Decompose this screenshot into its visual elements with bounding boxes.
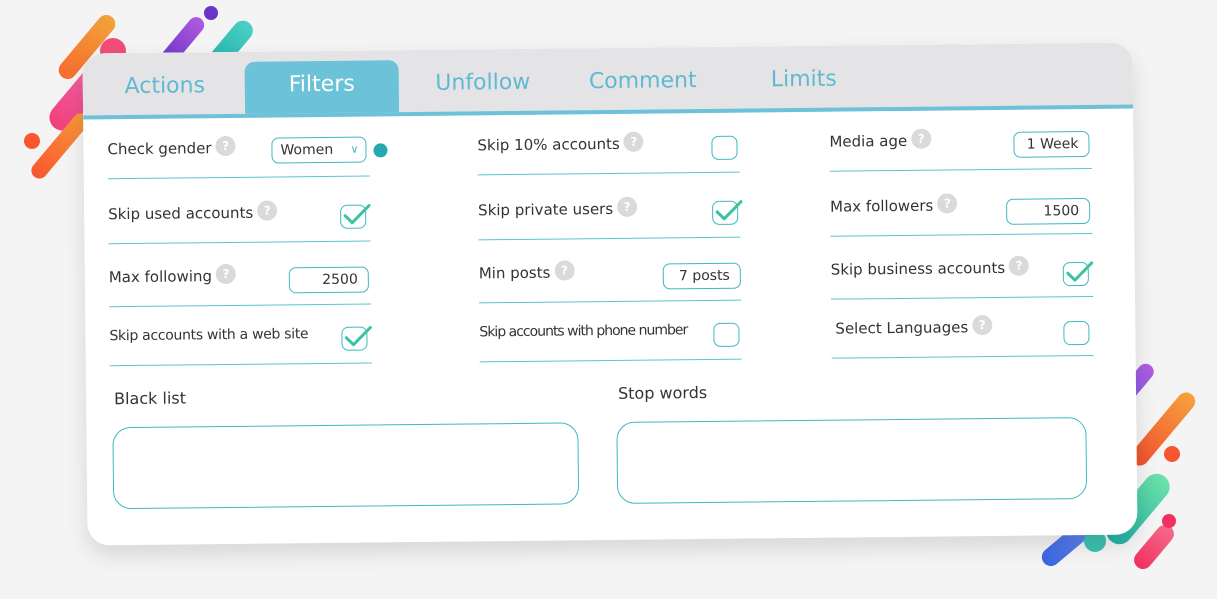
check-icon — [344, 326, 372, 347]
skip-used-accounts-label: Skip used accounts — [108, 203, 254, 224]
max-followers-label: Max followers — [830, 196, 934, 216]
help-icon[interactable]: ? — [616, 196, 638, 217]
select-languages-checkbox[interactable] — [1063, 320, 1090, 346]
black-list-textarea[interactable] — [112, 422, 580, 510]
decor-dot — [1162, 514, 1176, 528]
max-followers-input[interactable]: 1500 — [1006, 197, 1091, 225]
stop-words-label: Stop words — [617, 382, 708, 403]
decor-dot — [1164, 446, 1180, 462]
skip-business-checkbox[interactable] — [1062, 261, 1094, 287]
media-age-value: 1 Week — [1026, 136, 1079, 153]
filter-media-age: Media age ? 1 Week — [829, 127, 1092, 172]
help-icon[interactable]: ? — [554, 260, 575, 281]
black-list-label: Black list — [113, 388, 187, 409]
min-posts-value: 7 posts — [678, 267, 730, 285]
help-icon[interactable]: ? — [937, 193, 958, 214]
skip-phone-checkbox[interactable] — [713, 322, 740, 347]
check-icon — [715, 200, 743, 221]
skip-10-percent-label: Skip 10% accounts — [477, 134, 620, 155]
decor-streak — [1127, 388, 1199, 470]
stop-words-textarea[interactable] — [616, 417, 1088, 504]
chevron-down-icon: ∨ — [350, 142, 359, 156]
skip-private-users-label: Skip private users — [478, 199, 614, 220]
decor-dot — [204, 6, 218, 20]
min-posts-input[interactable]: 7 posts — [662, 262, 741, 290]
check-gender-label: Check gender — [107, 139, 212, 159]
min-posts-label: Min posts — [478, 263, 551, 283]
filter-skip-used-accounts: Skip used accounts ? — [108, 200, 371, 245]
filter-skip-phone: Skip accounts with phone number — [479, 318, 742, 363]
skip-business-label: Skip business accounts — [830, 258, 1006, 279]
max-followers-value: 1500 — [1043, 203, 1080, 220]
filter-skip-private-users: Skip private users ? — [478, 196, 743, 241]
help-icon[interactable]: ? — [911, 128, 932, 149]
gender-select[interactable]: Women ∨ — [271, 136, 367, 164]
help-icon[interactable]: ? — [215, 263, 237, 285]
gender-select-value: Women — [280, 141, 334, 159]
filter-select-languages: Select Languages ? — [831, 314, 1094, 359]
check-icon — [343, 204, 371, 225]
skip-10-percent-checkbox[interactable] — [711, 135, 738, 160]
max-following-label: Max following — [108, 267, 213, 287]
decor-dot — [24, 133, 40, 149]
filters-content: Check gender ? Women ∨ Skip used account… — [82, 43, 1137, 546]
filter-skip-10-percent: Skip 10% accounts ? — [477, 131, 740, 176]
skip-private-users-checkbox[interactable] — [712, 200, 743, 225]
filter-skip-web-site: Skip accounts with a web site — [109, 322, 372, 367]
filter-max-following: Max following ? 2500 — [108, 263, 372, 308]
help-icon[interactable]: ? — [623, 131, 644, 152]
filter-max-followers: Max followers ? 1500 — [829, 192, 1093, 237]
filter-skip-business: Skip business accounts ? — [830, 255, 1094, 300]
help-icon[interactable]: ? — [1009, 255, 1030, 276]
help-icon[interactable]: ? — [972, 314, 993, 336]
filters-panel: Actions Filters Unfollow Comment Limits … — [82, 42, 1138, 546]
skip-used-accounts-checkbox[interactable] — [340, 204, 371, 229]
help-icon[interactable]: ? — [257, 200, 278, 221]
check-icon — [1066, 261, 1094, 282]
filter-check-gender: Check gender ? Women ∨ — [107, 135, 388, 180]
max-following-value: 2500 — [322, 271, 358, 289]
help-icon[interactable]: ? — [215, 135, 236, 157]
status-dot — [373, 143, 388, 158]
skip-phone-label: Skip accounts with phone number — [479, 322, 688, 341]
select-languages-label: Select Languages — [835, 318, 969, 338]
skip-web-site-checkbox[interactable] — [341, 326, 372, 351]
filter-min-posts: Min posts ? 7 posts — [478, 259, 742, 304]
skip-web-site-label: Skip accounts with a web site — [109, 326, 309, 345]
max-following-input[interactable]: 2500 — [288, 266, 369, 294]
media-age-input[interactable]: 1 Week — [1013, 130, 1090, 158]
media-age-label: Media age — [829, 131, 908, 151]
